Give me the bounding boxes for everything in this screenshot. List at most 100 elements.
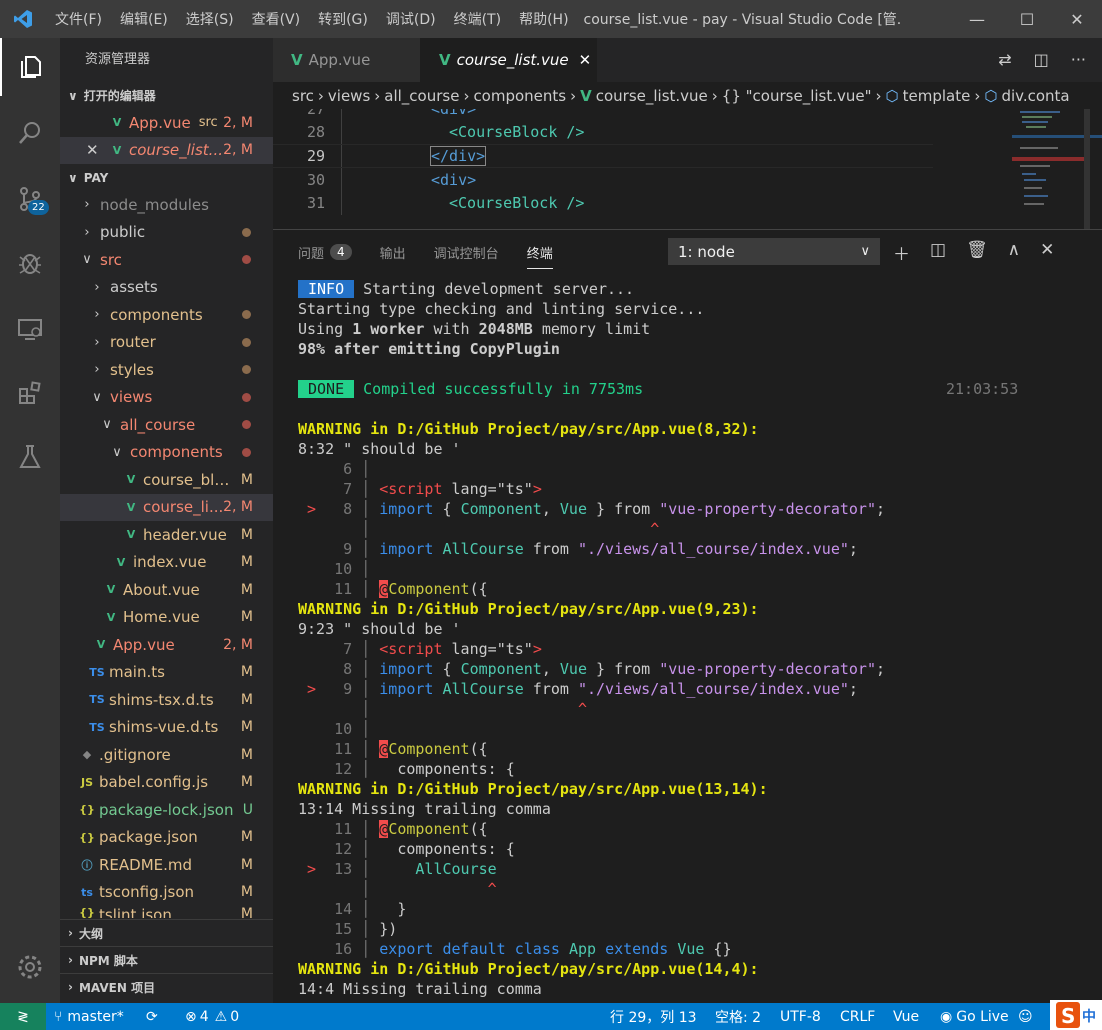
tree-item-index-vue[interactable]: Vindex.vue M — [60, 549, 273, 577]
menu-debug[interactable]: 调试(D) — [377, 9, 445, 29]
open-editors-header[interactable]: ∨ 打开的编辑器 — [60, 82, 273, 109]
terminal-output[interactable]: INFO Starting development server... Star… — [298, 279, 1098, 999]
extensions-icon[interactable] — [0, 364, 60, 422]
npm-scripts-header[interactable]: › NPM 脚本 — [60, 946, 273, 973]
kill-terminal-trash-icon[interactable]: 🗑 — [966, 240, 988, 265]
error-dot — [242, 392, 251, 402]
go-live[interactable]: ◉ Go Live — [940, 1003, 1009, 1030]
breadcrumb-module[interactable]: {} "course_list.vue" — [722, 87, 872, 105]
code-editor[interactable]: 27<div> 28<CourseBlock /> 29</div> 30<di… — [273, 109, 1102, 229]
tree-item-components[interactable]: › components — [60, 301, 273, 329]
menu-help[interactable]: 帮助(H) — [510, 9, 577, 29]
menu-view[interactable]: 查看(V) — [243, 9, 310, 29]
tree-item-src[interactable]: ∨ src — [60, 246, 273, 274]
tree-item-about-vue[interactable]: V About.vue M — [60, 576, 273, 604]
open-editor-app-vue[interactable]: V App.vue src 2, M — [60, 109, 273, 137]
tree-item-package-lock[interactable]: {} package-lock.json U — [60, 796, 273, 824]
close-icon[interactable]: ✕ — [86, 141, 108, 159]
more-actions-icon[interactable]: ··· — [1071, 50, 1086, 69]
remote-explorer-icon[interactable] — [0, 300, 60, 358]
breadcrumb-components[interactable]: components — [473, 87, 566, 105]
tab-problems[interactable]: 问题 4 — [298, 243, 352, 262]
language-mode[interactable]: Vue — [893, 1003, 919, 1030]
tree-item-header-vue[interactable]: Vheader.vue M — [60, 521, 273, 549]
problems-indicator[interactable]: ⊗ 4 ⚠ 0 — [185, 1003, 239, 1030]
search-icon[interactable] — [0, 104, 60, 162]
source-control-icon[interactable]: 22 — [0, 170, 60, 228]
debug-icon[interactable] — [0, 234, 60, 292]
tree-item-course-block[interactable]: Vcourse_blo... M — [60, 466, 273, 494]
tree-item-components-sub[interactable]: ∨ components — [60, 439, 273, 467]
tree-item-node-modules[interactable]: › node_modules — [60, 191, 273, 219]
sync-icon[interactable]: ⟳ — [146, 1003, 158, 1030]
modified-dot — [242, 365, 251, 375]
minimize-icon[interactable]: — — [952, 0, 1002, 38]
close-tab-icon[interactable]: ✕ — [579, 51, 592, 69]
breadcrumb-template[interactable]: template — [903, 87, 971, 105]
compare-changes-icon[interactable]: ⇄ — [998, 50, 1011, 69]
split-editor-icon[interactable]: ◫ — [1034, 50, 1049, 69]
testing-icon[interactable] — [0, 428, 60, 486]
breadcrumb-src[interactable]: src — [292, 87, 314, 105]
explorer-title: 资源管理器 — [85, 52, 151, 67]
breadcrumb-views[interactable]: views — [328, 87, 370, 105]
tree-item-public[interactable]: › public — [60, 219, 273, 247]
cursor-position[interactable]: 行 29，列 13 — [610, 1003, 697, 1030]
tab-terminal[interactable]: 终端 — [526, 243, 553, 269]
smiley-feedback-icon[interactable]: ☺ — [1018, 1003, 1033, 1030]
indentation[interactable]: 空格: 2 — [715, 1003, 761, 1030]
explorer-sidebar: 资源管理器 ∨ 打开的编辑器 V App.vue src 2, M ✕ V cou… — [60, 38, 273, 1003]
tree-item-views[interactable]: ∨ views — [60, 384, 273, 412]
vue-file-icon: V — [106, 610, 116, 624]
encoding[interactable]: UTF-8 — [780, 1003, 821, 1030]
chevron-down-icon: ∨ — [860, 244, 870, 259]
breadcrumb-all-course[interactable]: all_course — [384, 87, 459, 105]
minimap[interactable] — [1012, 109, 1102, 229]
tree-item-gitignore[interactable]: ◆ .gitignore M — [60, 741, 273, 769]
menu-edit[interactable]: 编辑(E) — [111, 9, 177, 29]
tree-item-tsconfig[interactable]: ts tsconfig.json M — [60, 879, 273, 907]
tree-item-shims-tsx[interactable]: TS shims-tsx.d.ts M — [60, 686, 273, 714]
open-editor-course-list[interactable]: ✕ V course_list... 2, M — [60, 136, 273, 164]
menu-selection[interactable]: 选择(S) — [177, 9, 243, 29]
maximize-icon[interactable]: ☐ — [1002, 0, 1052, 38]
tree-item-main-ts[interactable]: TS main.ts M — [60, 659, 273, 687]
close-window-icon[interactable]: ✕ — [1052, 0, 1102, 38]
tree-item-readme[interactable]: ⓘ README.md M — [60, 851, 273, 879]
project-header[interactable]: ∨ PAY — [60, 164, 273, 191]
git-branch[interactable]: ⑂ master* — [54, 1003, 124, 1030]
tree-item-course-list[interactable]: Vcourse_li... 2, M — [60, 493, 273, 521]
maven-header[interactable]: › MAVEN 项目 — [60, 973, 273, 1000]
tree-item-assets[interactable]: › assets — [60, 274, 273, 302]
new-terminal-icon[interactable]: ＋ — [893, 240, 910, 265]
tab-output[interactable]: 输出 — [380, 243, 406, 262]
remote-indicator-icon[interactable]: ≷ — [0, 1003, 46, 1030]
menu-terminal[interactable]: 终端(T) — [445, 9, 510, 29]
error-dot — [242, 420, 251, 430]
settings-gear-icon[interactable] — [0, 938, 60, 996]
tree-item-babel-config[interactable]: JS babel.config.js M — [60, 769, 273, 797]
tree-item-tslint[interactable]: {} tslint.json M — [60, 906, 273, 918]
outline-header[interactable]: › 大纲 — [60, 919, 273, 946]
line-ending[interactable]: CRLF — [840, 1003, 875, 1030]
tree-item-all-course[interactable]: ∨ all_course — [60, 411, 273, 439]
maximize-panel-chevron-up-icon[interactable]: ∧ — [1008, 240, 1020, 265]
tree-item-styles[interactable]: › styles — [60, 356, 273, 384]
tab-debug-console[interactable]: 调试控制台 — [434, 243, 499, 262]
tab-course-list-vue[interactable]: V course_list.vue ✕ — [421, 38, 597, 82]
explorer-icon[interactable] — [0, 38, 60, 96]
tree-item-home-vue[interactable]: V Home.vue M — [60, 604, 273, 632]
tab-app-vue[interactable]: V App.vue — [273, 38, 421, 82]
split-terminal-icon[interactable]: ◫ — [930, 240, 946, 265]
tree-item-shims-vue[interactable]: TS shims-vue.d.ts M — [60, 714, 273, 742]
tree-item-package-json[interactable]: {} package.json M — [60, 824, 273, 852]
tree-item-app-vue[interactable]: V App.vue 2, M — [60, 631, 273, 659]
terminal-select[interactable]: 1: node ∨ — [668, 238, 880, 265]
breadcrumb-file[interactable]: course_list.vue — [596, 87, 708, 105]
modified-dot — [242, 337, 251, 347]
breadcrumb-div[interactable]: div.conta — [1001, 87, 1069, 105]
menu-go[interactable]: 转到(G) — [309, 9, 377, 29]
menu-file[interactable]: 文件(F) — [46, 9, 111, 29]
close-panel-icon[interactable]: ✕ — [1040, 240, 1054, 265]
tree-item-router[interactable]: › router — [60, 329, 273, 357]
